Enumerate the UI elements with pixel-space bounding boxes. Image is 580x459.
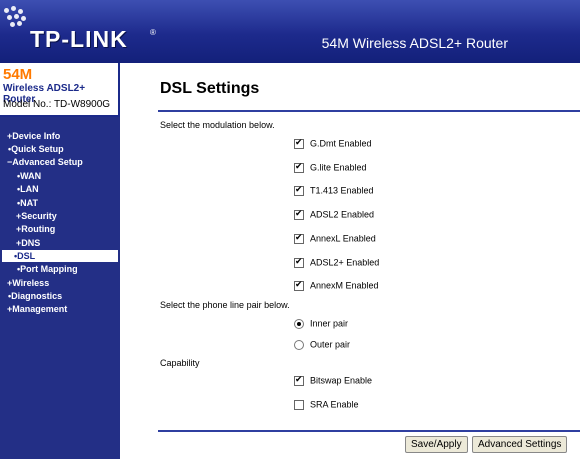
gdmt-option[interactable]: G.Dmt Enabled — [294, 137, 372, 150]
annexm-label: AnnexM Enabled — [310, 280, 379, 291]
bitswap-checkbox[interactable] — [294, 374, 304, 386]
title-divider — [158, 110, 580, 112]
bitswap-option[interactable]: Bitswap Enable — [294, 374, 373, 387]
adsl2plus-checkbox[interactable] — [294, 256, 304, 268]
adsl2-checkbox[interactable] — [294, 208, 304, 220]
outer-pair-radio[interactable] — [294, 339, 304, 350]
main-content: DSL Settings Select the modulation below… — [120, 63, 580, 459]
adsl2-option[interactable]: ADSL2 Enabled — [294, 208, 375, 221]
sidebar-item-lan[interactable]: •LAN — [17, 184, 39, 194]
sidebar-item-port-mapping[interactable]: •Port Mapping — [17, 264, 78, 274]
gdmt-label: G.Dmt Enabled — [310, 138, 372, 149]
sidebar-item-nat[interactable]: •NAT — [17, 198, 38, 208]
registered-mark: ® — [150, 28, 156, 37]
product-name: 54M Wireless ADSL2+ Router — [321, 35, 508, 51]
sidebar-item-diagnostics[interactable]: •Diagnostics — [8, 291, 62, 301]
annexm-checkbox[interactable] — [294, 279, 304, 291]
glite-checkbox[interactable] — [294, 161, 304, 173]
brand-logo: TP-LINK — [30, 26, 128, 52]
sidebar-item-wireless[interactable]: +Wireless — [7, 278, 49, 288]
header-banner: TP-LINK ® 54M Wireless ADSL2+ Router — [0, 0, 580, 63]
phone-line-prompt: Select the phone line pair below. — [160, 300, 290, 310]
t1413-checkbox[interactable] — [294, 184, 304, 196]
glite-label: G.lite Enabled — [310, 162, 367, 173]
sidebar-item-management[interactable]: +Management — [7, 304, 67, 314]
sidebar-item-quick-setup[interactable]: •Quick Setup — [8, 144, 64, 154]
annexl-option[interactable]: AnnexL Enabled — [294, 232, 376, 245]
sidebar-item-device-info[interactable]: +Device Info — [7, 131, 60, 141]
sidebar-item-wan[interactable]: •WAN — [17, 171, 41, 181]
sidebar-item-dsl[interactable]: •DSL — [2, 250, 118, 262]
adsl2plus-option[interactable]: ADSL2+ Enabled — [294, 256, 380, 269]
inner-pair-option[interactable]: Inner pair — [294, 318, 348, 330]
annexm-option[interactable]: AnnexM Enabled — [294, 279, 379, 292]
outer-pair-label: Outer pair — [310, 339, 351, 350]
inner-pair-label: Inner pair — [310, 318, 349, 329]
inner-pair-radio[interactable] — [294, 318, 304, 329]
glite-option[interactable]: G.lite Enabled — [294, 161, 367, 174]
annexl-checkbox[interactable] — [294, 232, 304, 244]
advanced-settings-button[interactable]: Advanced Settings — [472, 436, 568, 453]
t1413-label: T1.413 Enabled — [310, 185, 374, 196]
model-number: Model No.: TD-W8900G — [3, 99, 111, 110]
outer-pair-option[interactable]: Outer pair — [294, 339, 350, 351]
capability-heading: Capability — [160, 358, 200, 368]
sra-label: SRA Enable — [310, 399, 359, 410]
model-speed: 54M — [3, 66, 33, 83]
bitswap-label: Bitswap Enable — [310, 375, 373, 386]
gdmt-checkbox[interactable] — [294, 137, 304, 149]
footer-divider — [158, 430, 580, 432]
model-panel: 54M Wireless ADSL2+ Router Model No.: TD… — [0, 63, 120, 117]
t1413-option[interactable]: T1.413 Enabled — [294, 184, 374, 197]
sidebar-item-advanced-setup[interactable]: −Advanced Setup — [7, 157, 83, 167]
adsl2plus-label: ADSL2+ Enabled — [310, 257, 380, 268]
sra-checkbox[interactable] — [294, 399, 304, 410]
sidebar-item-routing[interactable]: +Routing — [16, 224, 55, 234]
annexl-label: AnnexL Enabled — [310, 233, 376, 244]
sidebar-item-security[interactable]: +Security — [16, 211, 57, 221]
sra-option[interactable]: SRA Enable — [294, 399, 359, 411]
adsl2-label: ADSL2 Enabled — [310, 209, 375, 220]
sidebar-item-dns[interactable]: +DNS — [16, 238, 40, 248]
save-apply-button[interactable]: Save/Apply — [405, 436, 468, 453]
page-title: DSL Settings — [160, 80, 260, 97]
sidebar: +Device Info •Quick Setup −Advanced Setu… — [0, 117, 120, 459]
modulation-prompt: Select the modulation below. — [160, 120, 275, 130]
